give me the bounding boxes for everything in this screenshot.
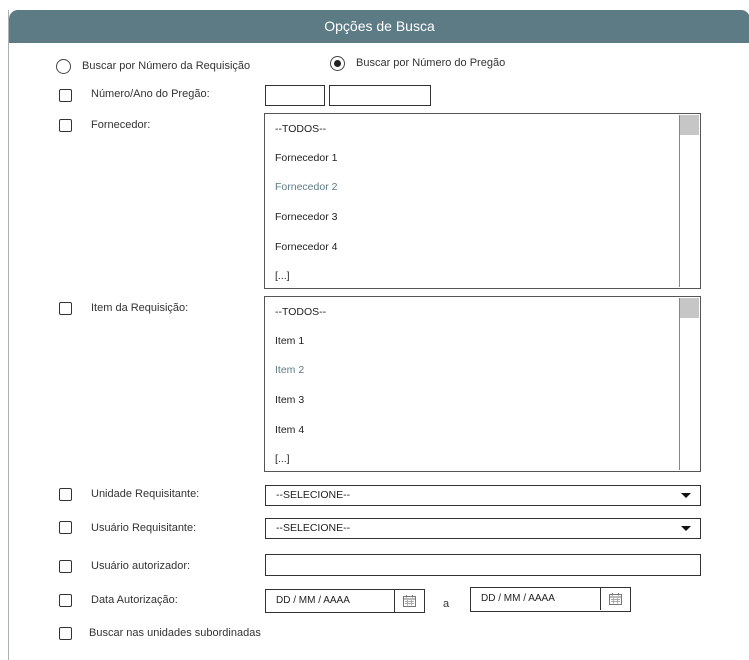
fornecedor-option[interactable]: [...] (275, 270, 290, 282)
panel-header: Opções de Busca (9, 10, 749, 43)
data-autorizacao-label: Data Autorização: (91, 594, 178, 606)
usuario-autorizador-checkbox[interactable] (59, 560, 72, 573)
fornecedor-scroll-thumb[interactable] (680, 115, 699, 135)
fornecedor-label: Fornecedor: (91, 119, 151, 131)
usuario-requisitante-label: Usuário Requisitante: (91, 522, 197, 534)
numero-pregao-checkbox[interactable] (59, 89, 72, 102)
fornecedor-option[interactable]: Fornecedor 2 (275, 181, 337, 193)
radio-buscar-pregao-label: Buscar por Número do Pregão (356, 57, 506, 69)
fornecedor-option[interactable]: Fornecedor 1 (275, 152, 337, 164)
subordinadas-label: Buscar nas unidades subordinadas (89, 627, 261, 639)
ano-pregao-input[interactable] (329, 85, 431, 106)
fornecedor-checkbox[interactable] (59, 119, 72, 132)
data-autorizacao-checkbox[interactable] (59, 594, 72, 607)
numero-pregao-input[interactable] (265, 85, 325, 106)
radio-buscar-requisicao-label: Buscar por Número da Requisição (82, 60, 251, 72)
calendar-icon[interactable] (394, 590, 424, 612)
usuario-autorizador-label: Usuário autorizador: (91, 560, 191, 572)
unidade-requisitante-select[interactable]: --SELECIONE-- (265, 485, 701, 506)
data-autorizacao-fim-input[interactable]: DD / MM / AAAA (470, 587, 631, 612)
date-range-separator: a (443, 598, 450, 610)
usuario-autorizador-input[interactable] (265, 554, 701, 576)
usuario-requisitante-value: --SELECIONE-- (276, 522, 351, 534)
chevron-down-icon (681, 493, 691, 498)
data-fim-placeholder: DD / MM / AAAA (481, 593, 555, 604)
numero-pregao-label: Número/Ano do Pregão: (91, 88, 210, 100)
item-option[interactable]: Item 1 (275, 335, 304, 347)
fornecedor-listbox[interactable]: --TODOS-- Fornecedor 1 Fornecedor 2 Forn… (264, 113, 701, 289)
item-option[interactable]: Item 2 (275, 364, 304, 376)
subordinadas-checkbox[interactable] (59, 627, 72, 640)
usuario-requisitante-checkbox[interactable] (59, 521, 72, 534)
item-scroll-thumb[interactable] (680, 298, 699, 318)
item-requisicao-checkbox[interactable] (59, 302, 72, 315)
item-requisicao-label: Item da Requisição: (91, 302, 189, 314)
calendar-icon[interactable] (600, 588, 630, 610)
item-option[interactable]: Item 4 (275, 424, 304, 436)
item-option[interactable]: Item 3 (275, 394, 304, 406)
unidade-requisitante-value: --SELECIONE-- (276, 489, 351, 501)
unidade-requisitante-label: Unidade Requisitante: (91, 488, 200, 500)
fornecedor-option[interactable]: Fornecedor 4 (275, 241, 337, 253)
fornecedor-scrollbar[interactable] (679, 115, 699, 287)
fornecedor-option[interactable]: Fornecedor 3 (275, 211, 337, 223)
fornecedor-option[interactable]: --TODOS-- (275, 123, 326, 135)
panel-title: Opções de Busca (324, 18, 435, 34)
chevron-down-icon (681, 526, 691, 531)
radio-buscar-requisicao[interactable] (56, 59, 71, 74)
data-inicio-placeholder: DD / MM / AAAA (276, 595, 350, 606)
item-option[interactable]: --TODOS-- (275, 306, 326, 318)
unidade-requisitante-checkbox[interactable] (59, 488, 72, 501)
usuario-requisitante-select[interactable]: --SELECIONE-- (265, 518, 701, 539)
item-option[interactable]: [...] (275, 453, 290, 465)
data-autorizacao-inicio-input[interactable]: DD / MM / AAAA (265, 589, 425, 613)
item-scrollbar[interactable] (679, 298, 699, 470)
item-requisicao-listbox[interactable]: --TODOS-- Item 1 Item 2 Item 3 Item 4 [.… (264, 296, 701, 472)
radio-buscar-pregao[interactable] (330, 56, 345, 71)
